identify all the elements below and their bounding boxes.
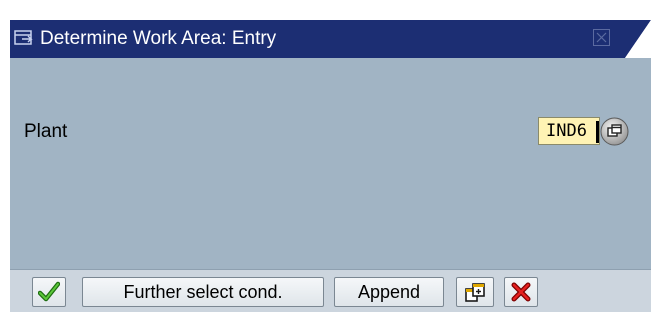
title-bar: Determine Work Area: Entry — [10, 20, 651, 58]
cancel-button[interactable] — [504, 277, 538, 307]
multiple-selection-icon — [465, 283, 485, 302]
further-select-cond-button[interactable]: Further select cond. — [82, 277, 324, 307]
text-cursor — [596, 121, 599, 143]
dialog-title: Determine Work Area: Entry — [40, 28, 277, 49]
window-icon — [14, 30, 33, 45]
dialog-window: Determine Work Area: Entry Plant IND6 Fu… — [10, 20, 651, 312]
plant-input[interactable]: IND6 — [538, 117, 600, 145]
checkmark-icon — [38, 281, 60, 302]
close-icon[interactable] — [593, 29, 610, 46]
confirm-button[interactable] — [32, 277, 66, 307]
f4-search-help-icon[interactable] — [600, 117, 629, 146]
dialog-body: Plant IND6 — [10, 58, 651, 269]
cancel-x-icon — [511, 282, 531, 302]
multiple-selection-button[interactable] — [456, 277, 494, 307]
dialog-toolbar: Further select cond. Append — [10, 269, 651, 312]
plant-label: Plant — [24, 121, 68, 142]
append-button[interactable]: Append — [334, 277, 444, 307]
